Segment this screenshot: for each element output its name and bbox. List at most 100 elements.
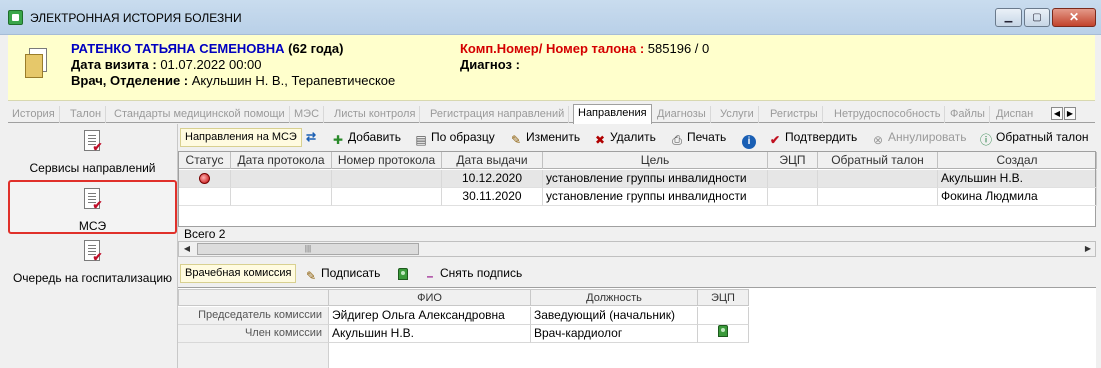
tab-referrals[interactable]: Направления — [573, 104, 652, 124]
feedback-cell — [818, 170, 938, 188]
doctor-value: Акульшин Н. В., Терапевтическое — [191, 73, 396, 88]
commission-member-name[interactable]: Акульшин Н.В. — [329, 325, 531, 343]
sign-button[interactable]: ✎ Подписать — [304, 266, 380, 283]
doctor-label: Врач, Отделение : — [71, 73, 189, 88]
title-bar: ЭЛЕКТРОННАЯ ИСТОРИЯ БОЛЕЗНИ ▁ ▢ ✕ — [0, 0, 1101, 35]
column-header[interactable]: Номер протокола — [332, 152, 442, 169]
tab-referral-registration[interactable]: Регистрация направлений — [426, 106, 570, 123]
column-header[interactable]: Должность — [531, 289, 698, 306]
unsign-button[interactable]: – Снять подпись — [423, 266, 523, 283]
tab-files[interactable]: Файлы — [946, 106, 990, 123]
window-title: ЭЛЕКТРОННАЯ ИСТОРИЯ БОЛЕЗНИ — [30, 11, 242, 25]
grid-header: Статус Дата протокола Номер протокола Да… — [179, 152, 1097, 169]
column-header[interactable]: ЭЦП — [698, 289, 749, 306]
diagnosis-label: Диагноз : — [460, 57, 520, 72]
tab-talon[interactable]: Талон — [66, 106, 107, 123]
column-header[interactable]: Дата протокола — [231, 152, 332, 169]
sign-label: Подписать — [321, 266, 381, 280]
commission-member-position[interactable]: Врач-кардиолог — [531, 325, 698, 343]
document-check-icon: ✔ — [82, 130, 104, 154]
tab-history[interactable]: История — [8, 106, 60, 123]
certificate-button[interactable] — [396, 266, 413, 282]
created-by-cell: Акульшин Н.В. — [938, 170, 1097, 188]
ecp-cell — [768, 188, 818, 206]
protocol-number-cell — [332, 170, 442, 188]
comp-number: Комп.Номер/ Номер талона : 585196 / 0 — [460, 41, 709, 56]
tab-control-sheets[interactable]: Листы контроля — [330, 106, 421, 123]
column-header[interactable]: Создал — [938, 152, 1097, 169]
minus-icon: – — [426, 269, 434, 283]
column-header[interactable]: ФИО — [329, 289, 531, 306]
commission-ecp-cell — [698, 307, 749, 325]
tab-registers[interactable]: Регистры — [766, 106, 823, 123]
refresh-icon[interactable]: ⇄ — [306, 130, 316, 144]
commission-member-name[interactable]: Эйдигер Ольга Александровна — [329, 307, 531, 325]
commission-empty-row — [178, 343, 329, 368]
tab-scroll-right-icon[interactable]: ▶ — [1064, 107, 1076, 120]
print-button[interactable]: ⎙ Печать — [670, 130, 726, 147]
scroll-left-icon[interactable]: ◀ — [180, 243, 194, 255]
minimize-button[interactable]: ▁ — [995, 8, 1022, 27]
edit-button[interactable]: ✎ Изменить — [509, 130, 580, 147]
tab-mes[interactable]: МЭС — [290, 106, 325, 123]
sidebar-item-referral-services[interactable]: ✔ Сервисы направлений — [8, 130, 177, 175]
signed-certificate-icon — [718, 325, 728, 337]
document-check-icon: ✔ — [82, 188, 104, 212]
unsign-label: Снять подпись — [440, 266, 523, 280]
commission-member-position[interactable]: Заведующий (начальник) — [531, 307, 698, 325]
info-icon: i — [742, 135, 756, 149]
date-issued-cell: 10.12.2020 — [442, 170, 543, 188]
column-header[interactable]: Обратный талон — [818, 152, 938, 169]
close-button[interactable]: ✕ — [1052, 8, 1096, 27]
column-header[interactable]: Дата выдачи — [442, 152, 543, 169]
tab-standards[interactable]: Стандарты медицинской помощи — [110, 106, 290, 123]
print-label: Печать — [687, 130, 727, 144]
column-header[interactable]: Цель — [543, 152, 768, 169]
feedback-talon-label: Обратный талон — [996, 130, 1089, 144]
delete-button[interactable]: ✖ Удалить — [593, 130, 656, 147]
column-header[interactable]: Статус — [179, 152, 231, 169]
printer-icon: ⎙ — [672, 133, 682, 147]
protocol-number-cell — [332, 188, 442, 206]
visit-date-label: Дата визита : — [71, 57, 157, 72]
feedback-talon-button[interactable]: ⓘ Обратный талон — [979, 130, 1089, 147]
total-count: Всего 2 — [184, 227, 226, 241]
add-icon: ✚ — [332, 133, 344, 147]
table-row[interactable]: 10.12.2020 установление группы инвалидно… — [179, 170, 1097, 188]
horizontal-scrollbar[interactable]: ◀ ||| ▶ — [178, 241, 1096, 257]
sidebar: ✔ Сервисы направлений ✔ МСЭ ✔ Очередь на… — [8, 124, 177, 368]
status-icon — [199, 173, 210, 184]
tab-scroll-left-icon[interactable]: ◀ — [1051, 107, 1063, 120]
add-button[interactable]: ✚ Добавить — [331, 130, 401, 147]
tab-bar: История Талон Стандарты медицинской помо… — [8, 104, 1095, 124]
tab-dispensary[interactable]: Диспан — [992, 106, 1050, 123]
toolbar-title: Направления на МСЭ — [180, 128, 302, 147]
annul-label: Аннулировать — [888, 130, 967, 144]
referrals-grid: Статус Дата протокола Номер протокола Да… — [178, 151, 1097, 227]
info-button[interactable]: i — [742, 130, 759, 149]
delete-label: Удалить — [610, 130, 656, 144]
sidebar-item-hospitalization-queue[interactable]: ✔ Очередь на госпитализацию — [8, 240, 177, 285]
tab-disability[interactable]: Нетрудоспособность — [830, 106, 946, 123]
tab-services[interactable]: Услуги — [716, 106, 759, 123]
doctor-line: Врач, Отделение : Акульшин Н. В., Терапе… — [71, 73, 395, 88]
tab-diagnoses[interactable]: Диагнозы — [653, 106, 711, 123]
goal-cell: установление группы инвалидности — [543, 188, 768, 206]
created-by-cell: Фокина Людмила — [938, 188, 1097, 206]
protocol-date-cell — [231, 170, 332, 188]
table-row[interactable]: 30.11.2020 установление группы инвалидно… — [179, 188, 1097, 206]
column-header[interactable]: ЭЦП — [768, 152, 818, 169]
scroll-thumb[interactable]: ||| — [197, 243, 419, 255]
confirm-button[interactable]: ✔ Подтвердить — [768, 130, 857, 147]
sidebar-item-mse[interactable]: ✔ МСЭ — [8, 180, 177, 234]
by-template-button[interactable]: ▤ По образцу — [414, 130, 494, 147]
visit-date-line: Дата визита : 01.07.2022 00:00 — [71, 57, 262, 72]
checkmark-icon: ✔ — [769, 133, 781, 147]
visit-date-value: 01.07.2022 00:00 — [160, 57, 262, 72]
status-cell — [179, 170, 231, 188]
annul-button[interactable]: ⊗ Аннулировать — [871, 130, 966, 147]
scroll-right-icon[interactable]: ▶ — [1081, 243, 1095, 255]
comp-number-label: Комп.Номер/ Номер талона : — [460, 41, 645, 56]
maximize-button[interactable]: ▢ — [1024, 8, 1050, 27]
referrals-toolbar: Направления на МСЭ ⇄ ✚ Добавить ▤ По образ… — [178, 126, 1096, 149]
